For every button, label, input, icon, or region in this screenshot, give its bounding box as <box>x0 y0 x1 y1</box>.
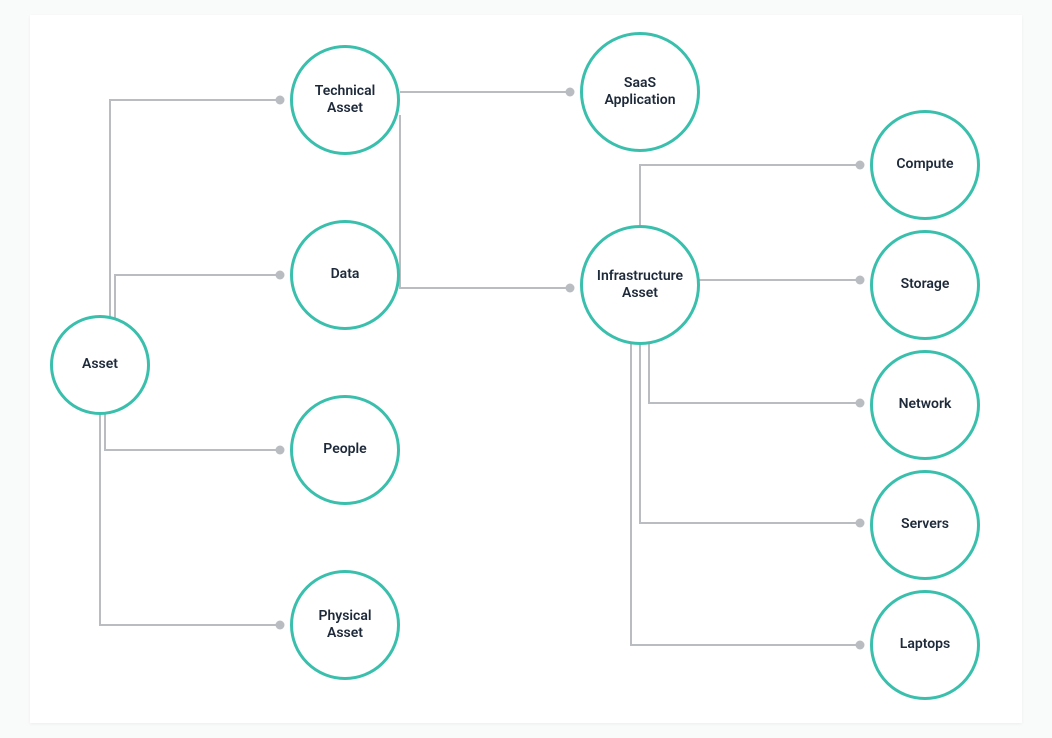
node-laptops: Laptops <box>870 590 980 700</box>
node-storage: Storage <box>870 230 980 340</box>
node-infrastructure-asset-label: InfrastructureAsset <box>597 268 683 303</box>
node-compute-label: Compute <box>896 156 953 174</box>
node-laptops-label: Laptops <box>900 636 951 654</box>
node-physical-asset: PhysicalAsset <box>290 570 400 680</box>
node-asset-label: Asset <box>82 356 118 374</box>
node-people-label: People <box>323 441 366 459</box>
node-saas-application: SaaSApplication <box>580 32 700 152</box>
node-compute: Compute <box>870 110 980 220</box>
node-network: Network <box>870 350 980 460</box>
node-data: Data <box>290 220 400 330</box>
node-saas-application-label: SaaSApplication <box>604 75 675 110</box>
node-physical-asset-label: PhysicalAsset <box>318 608 371 643</box>
node-servers: Servers <box>870 470 980 580</box>
node-servers-label: Servers <box>901 516 949 534</box>
node-asset: Asset <box>50 315 150 415</box>
diagram-card: Asset TechnicalAsset Data People Physica… <box>30 15 1022 723</box>
diagram-canvas: Asset TechnicalAsset Data People Physica… <box>0 0 1052 738</box>
node-technical-asset: TechnicalAsset <box>290 45 400 155</box>
node-data-label: Data <box>331 266 360 284</box>
node-technical-asset-label: TechnicalAsset <box>315 83 376 118</box>
node-infrastructure-asset: InfrastructureAsset <box>580 225 700 345</box>
node-people: People <box>290 395 400 505</box>
connector-layer <box>30 15 1022 723</box>
node-network-label: Network <box>899 396 952 414</box>
node-storage-label: Storage <box>901 276 950 294</box>
